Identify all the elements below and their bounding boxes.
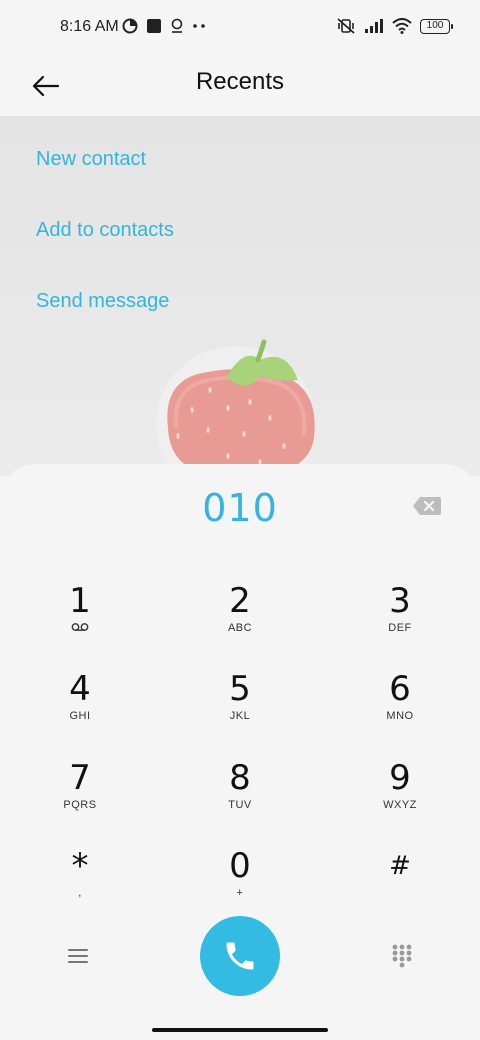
square-app-icon	[147, 19, 161, 33]
key-digit: #	[389, 851, 411, 881]
key-digit: 3	[389, 581, 411, 621]
app-header: Recents	[0, 56, 480, 116]
key-star[interactable]: * ,	[10, 845, 150, 925]
key-digit: 6	[389, 669, 411, 709]
page-title: Recents	[195, 68, 285, 95]
key-2[interactable]: 2 ABC	[170, 580, 310, 660]
key-digit: 1	[69, 581, 91, 621]
key-letters: GHI	[69, 710, 91, 722]
menu-button[interactable]	[62, 942, 94, 970]
key-7[interactable]: 7 PQRS	[10, 757, 150, 837]
key-digit: 0	[229, 846, 251, 886]
data-saver-icon	[122, 18, 138, 34]
key-letters: TUV	[228, 799, 252, 811]
call-button[interactable]	[200, 916, 280, 996]
key-letters: +	[236, 887, 244, 899]
phone-icon	[226, 942, 254, 970]
key-8[interactable]: 8 TUV	[170, 757, 310, 837]
key-digit: 5	[229, 669, 251, 709]
voicemail-icon	[71, 623, 89, 631]
key-letters	[330, 887, 470, 901]
send-message-link[interactable]: Send message	[36, 290, 169, 313]
backspace-icon	[413, 497, 441, 515]
key-letters: ABC	[227, 622, 253, 634]
key-1[interactable]: 1	[10, 580, 150, 660]
key-digit: 9	[389, 758, 411, 798]
home-indicator[interactable]	[152, 1028, 328, 1032]
key-digit: *	[71, 846, 89, 886]
key-0[interactable]: 0 +	[170, 845, 310, 925]
dialpad-bottom-row	[0, 916, 480, 996]
key-9[interactable]: 9 WXYZ	[330, 757, 470, 837]
key-letters: PQRS	[63, 799, 97, 811]
key-letters: WXYZ	[383, 799, 417, 811]
status-right-icons: 100	[336, 17, 453, 35]
keypad-icon	[392, 944, 412, 968]
new-contact-link[interactable]: New contact	[36, 148, 146, 171]
backspace-button[interactable]	[412, 496, 442, 516]
key-digit: 7	[69, 758, 91, 798]
key-digit: 8	[229, 758, 251, 798]
battery-icon: 100	[420, 18, 453, 34]
key-letters: MNO	[386, 710, 414, 722]
key-letters	[10, 622, 150, 636]
key-letters: JKL	[229, 710, 251, 722]
strawberry-sticker-icon	[156, 339, 316, 476]
more-dots-icon	[193, 24, 205, 28]
recent-actions-panel: New contact Add to contacts Send message	[0, 116, 480, 476]
signal-icon	[365, 19, 383, 33]
location-icon	[171, 18, 183, 33]
status-bar: 8:16 AM 100	[0, 0, 480, 56]
key-6[interactable]: 6 MNO	[330, 668, 470, 748]
key-4[interactable]: 4 GHI	[10, 668, 150, 748]
key-hash[interactable]: #	[330, 845, 470, 925]
status-time: 8:16 AM	[60, 18, 119, 35]
menu-icon	[68, 949, 88, 963]
key-5[interactable]: 5 JKL	[170, 668, 310, 748]
add-to-contacts-link[interactable]: Add to contacts	[36, 219, 174, 242]
key-digit: 4	[69, 669, 91, 709]
key-letters: ,	[78, 887, 82, 899]
key-letters: DEF	[388, 622, 412, 634]
key-3[interactable]: 3 DEF	[330, 580, 470, 660]
status-left-icons	[122, 18, 206, 34]
keypad-toggle-button[interactable]	[390, 942, 414, 970]
dialed-number[interactable]: 010	[0, 486, 480, 530]
wifi-icon	[392, 18, 412, 34]
dialpad-sheet: 010 1 2 ABC 3 DEF 4 GHI 5 JKL 6 MNO 7 PQ…	[0, 464, 480, 1040]
key-digit: 2	[229, 581, 251, 621]
mute-vibrate-icon	[337, 18, 355, 34]
